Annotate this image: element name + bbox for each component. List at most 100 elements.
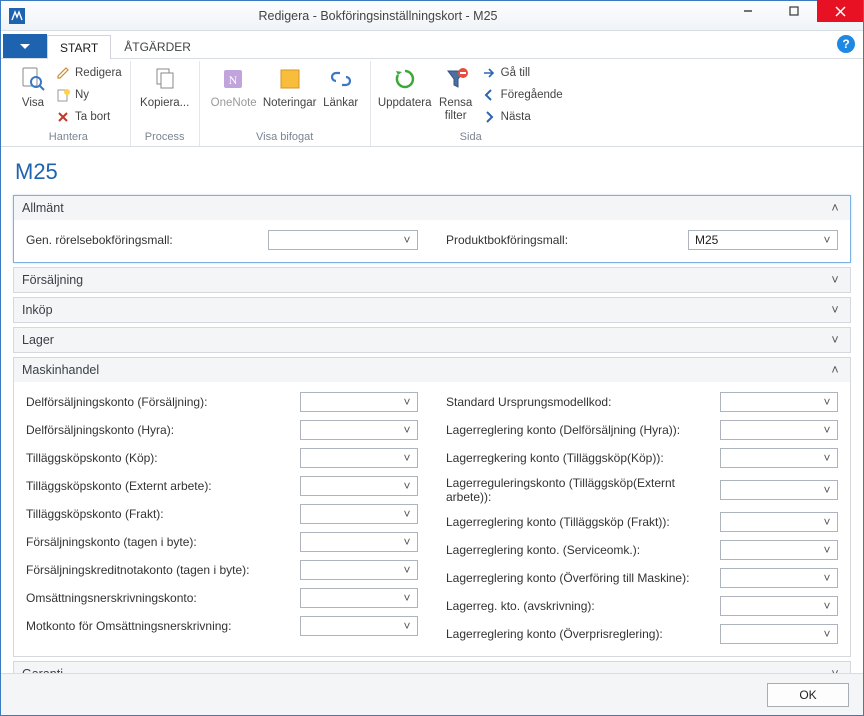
onenote-button[interactable]: N OneNote: [206, 61, 262, 110]
chevron-down-icon: ˅: [400, 591, 414, 605]
page-title: M25: [15, 159, 851, 185]
field-standard-ursprung: Standard Ursprungsmodellkod:˅: [446, 392, 838, 412]
chevron-down-icon: ˅: [400, 233, 414, 247]
help-icon[interactable]: ?: [837, 35, 855, 53]
delforsaljning-hyra-combo[interactable]: ˅: [300, 420, 418, 440]
delforsaljning-forsaljning-combo[interactable]: ˅: [300, 392, 418, 412]
chevron-down-icon: ˅: [400, 395, 414, 409]
field-tillaggskop-frakt: Tilläggsköpskonto (Frakt):˅: [26, 504, 418, 524]
minimize-button[interactable]: [725, 0, 771, 22]
lagerreg-avskrivning-combo[interactable]: ˅: [720, 596, 838, 616]
ribbon-group-process: Kopiera... Process: [131, 61, 200, 146]
chevron-down-icon: ˅: [820, 423, 834, 437]
field-produkt: Produktbokföringsmall: M25 ˅: [446, 230, 838, 250]
section-header-maskinhandel[interactable]: Maskinhandel ˄: [14, 358, 850, 382]
lagerreg-overforing-combo[interactable]: ˅: [720, 568, 838, 588]
onenote-icon: N: [218, 63, 250, 95]
forsaljning-byte-combo[interactable]: ˅: [300, 532, 418, 552]
redigera-button[interactable]: Redigera: [53, 63, 124, 83]
tillaggskop-externt-combo[interactable]: ˅: [300, 476, 418, 496]
chevron-down-icon: ˅: [820, 571, 834, 585]
section-header-inkop[interactable]: Inköp ˅: [14, 298, 850, 322]
link-icon: [325, 63, 357, 95]
field-tillaggskop-externt: Tilläggsköpskonto (Externt arbete):˅: [26, 476, 418, 496]
ga-till-button[interactable]: Gå till: [479, 63, 565, 83]
chevron-down-icon: ˅: [400, 535, 414, 549]
lagerreg-tillagg-kop-combo[interactable]: ˅: [720, 448, 838, 468]
field-delforsaljning-forsaljning: Delförsäljningskonto (Försäljning):˅: [26, 392, 418, 412]
forsaljningskredit-byte-combo[interactable]: ˅: [300, 560, 418, 580]
ny-button[interactable]: Ny: [53, 85, 124, 105]
maximize-button[interactable]: [771, 0, 817, 22]
magnifier-icon: [17, 63, 49, 95]
note-icon: [274, 63, 306, 95]
lagerreg-serviceomk-combo[interactable]: ˅: [720, 540, 838, 560]
noteringar-button[interactable]: Noteringar: [262, 61, 318, 110]
produkt-combo[interactable]: M25 ˅: [688, 230, 838, 250]
app-icon: [3, 2, 31, 30]
pencil-icon: [55, 65, 71, 81]
file-tab[interactable]: [3, 34, 47, 58]
chevron-up-icon: ˄: [828, 201, 842, 215]
close-button[interactable]: [817, 0, 863, 22]
foregaende-button[interactable]: Föregående: [479, 85, 565, 105]
field-lagerreg-overforing: Lagerreglering konto (Överföring till Ma…: [446, 568, 838, 588]
field-forsaljning-byte: Försäljningskonto (tagen i byte):˅: [26, 532, 418, 552]
field-lagerreg-tillagg-frakt: Lagerreglering konto (Tilläggsköp (Frakt…: [446, 512, 838, 532]
tab-actions[interactable]: ÅTGÄRDER: [111, 34, 204, 58]
field-tillaggskop-kop: Tilläggsköpskonto (Köp):˅: [26, 448, 418, 468]
titlebar: Redigera - Bokföringsinställningskort - …: [1, 1, 863, 31]
ok-button[interactable]: OK: [767, 683, 849, 707]
tabs-row: START ÅTGÄRDER ?: [1, 31, 863, 59]
section-forsaljning: Försäljning ˅: [13, 267, 851, 293]
tillaggskop-kop-combo[interactable]: ˅: [300, 448, 418, 468]
motkonto-omsattning-combo[interactable]: ˅: [300, 616, 418, 636]
new-icon: [55, 87, 71, 103]
rensa-filter-button[interactable]: Rensa filter: [433, 61, 479, 123]
section-header-allmant[interactable]: Allmänt ˄: [14, 196, 850, 220]
chevron-down-icon: ˅: [828, 333, 842, 347]
ribbon-group-hantera: Visa Redigera Ny Ta bort: [7, 61, 131, 146]
chevron-down-icon: ˅: [400, 451, 414, 465]
section-garanti: Garanti ˅: [13, 661, 851, 673]
chevron-down-icon: ˅: [820, 395, 834, 409]
gen-rorelse-combo[interactable]: ˅: [268, 230, 418, 250]
content-area: M25 Allmänt ˄ Gen. rörelsebokföringsmall…: [1, 147, 863, 673]
chevron-down-icon: [20, 44, 30, 50]
visa-button[interactable]: Visa: [13, 61, 53, 110]
section-header-lager[interactable]: Lager ˅: [14, 328, 850, 352]
chevron-down-icon: ˅: [400, 563, 414, 577]
tab-start[interactable]: START: [47, 35, 111, 59]
lagerreg-delf-hyra-combo[interactable]: ˅: [720, 420, 838, 440]
uppdatera-button[interactable]: Uppdatera: [377, 61, 433, 110]
window-controls: [725, 1, 863, 30]
section-header-forsaljning[interactable]: Försäljning ˅: [14, 268, 850, 292]
section-maskinhandel: Maskinhandel ˄ Delförsäljningskonto (För…: [13, 357, 851, 657]
footer: OK: [1, 673, 863, 715]
omsattningsnerskrivning-combo[interactable]: ˅: [300, 588, 418, 608]
chevron-down-icon: ˅: [820, 233, 834, 247]
chevron-up-icon: ˄: [828, 363, 842, 377]
app-window: Redigera - Bokföringsinställningskort - …: [0, 0, 864, 716]
chevron-down-icon: ˅: [400, 479, 414, 493]
tillaggskop-frakt-combo[interactable]: ˅: [300, 504, 418, 524]
lankar-button[interactable]: Länkar: [318, 61, 364, 110]
chevron-down-icon: ˅: [820, 483, 834, 497]
ta-bort-button[interactable]: Ta bort: [53, 107, 124, 127]
field-lagerreg-overpris: Lagerreglering konto (Överprisreglering)…: [446, 624, 838, 644]
kopiera-button[interactable]: Kopiera...: [137, 61, 193, 110]
svg-text:N: N: [228, 73, 237, 87]
lagerreg-overpris-combo[interactable]: ˅: [720, 624, 838, 644]
section-allmant: Allmänt ˄ Gen. rörelsebokföringsmall: ˅: [13, 195, 851, 263]
refresh-icon: [389, 63, 421, 95]
clear-filter-icon: [440, 63, 472, 95]
lagerreg-tillagg-externt-combo[interactable]: ˅: [720, 480, 838, 500]
lagerreg-tillagg-frakt-combo[interactable]: ˅: [720, 512, 838, 532]
standard-ursprung-combo[interactable]: ˅: [720, 392, 838, 412]
prev-icon: [481, 87, 497, 103]
section-header-garanti[interactable]: Garanti ˅: [14, 662, 850, 673]
field-delforsaljning-hyra: Delförsäljningskonto (Hyra):˅: [26, 420, 418, 440]
chevron-down-icon: ˅: [400, 619, 414, 633]
section-lager: Lager ˅: [13, 327, 851, 353]
nasta-button[interactable]: Nästa: [479, 107, 565, 127]
